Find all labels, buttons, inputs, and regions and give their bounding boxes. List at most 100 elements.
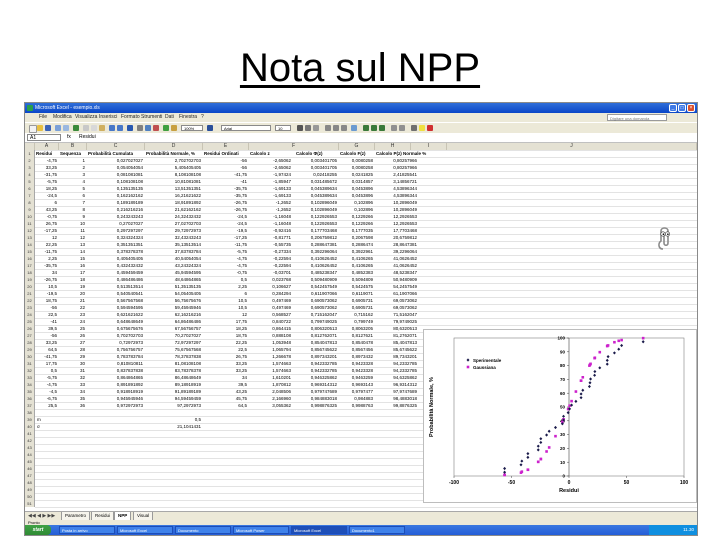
row-header[interactable]: 35	[25, 388, 35, 395]
table-cell[interactable]: 0,864864865	[87, 374, 143, 381]
table-cell[interactable]: 1,574663	[249, 360, 291, 367]
row-header[interactable]: 43	[25, 444, 35, 451]
row-header[interactable]: 7	[25, 192, 35, 199]
table-cell[interactable]: 40,54054054	[145, 255, 201, 262]
row-header[interactable]: 19	[25, 276, 35, 283]
table-cell[interactable]: 0,568527	[249, 311, 291, 318]
row-header[interactable]: 12	[25, 227, 35, 234]
thousands-icon[interactable]	[379, 125, 385, 131]
table-cell[interactable]: 0,0453896	[339, 185, 373, 192]
stat-label[interactable]: σ	[37, 423, 40, 430]
currency-icon[interactable]	[363, 125, 369, 131]
table-cell[interactable]: 20,6759812	[375, 234, 417, 241]
table-cell[interactable]: 6	[59, 192, 85, 199]
column-header[interactable]: I	[411, 143, 447, 150]
table-cell[interactable]: -0,75	[35, 213, 57, 220]
table-cell[interactable]: 0,135135135	[87, 185, 143, 192]
table-cell[interactable]: 33,25	[203, 367, 247, 374]
menu-finestra[interactable]: Finestra	[179, 113, 197, 122]
table-cell[interactable]: 11	[59, 227, 85, 234]
table-cell[interactable]: 3,055362	[249, 402, 291, 409]
menu-modifica[interactable]: Modifica	[53, 113, 72, 122]
table-cell[interactable]: -56	[35, 332, 57, 339]
table-cell[interactable]: 24,32432432	[145, 213, 201, 220]
font-size-select[interactable]: 10	[275, 125, 291, 131]
table-cell[interactable]: 23	[59, 311, 85, 318]
table-cell[interactable]: -0,55735	[249, 241, 291, 248]
undo-icon[interactable]	[109, 125, 115, 131]
table-cell[interactable]: 0,998876325	[295, 402, 337, 409]
table-cell[interactable]: 0,856745622	[295, 346, 337, 353]
table-cell[interactable]: 0,324324324	[87, 234, 143, 241]
table-cell[interactable]: 83,78378378	[145, 367, 201, 374]
table-cell[interactable]: 16,21621622	[145, 192, 201, 199]
row-header[interactable]: 25	[25, 318, 35, 325]
table-cell[interactable]: 3	[59, 171, 85, 178]
table-cell[interactable]: 22	[59, 304, 85, 311]
table-cell[interactable]: 97,2972973	[145, 402, 201, 409]
table-cell[interactable]: 0,9693143	[339, 381, 373, 388]
table-cell[interactable]: 0,9463259	[339, 374, 373, 381]
table-cell[interactable]: 0,675675676	[87, 325, 143, 332]
close-button[interactable]: ×	[687, 104, 695, 112]
table-cell[interactable]: 81,08108108	[145, 360, 201, 367]
table-cell[interactable]: 0,715162047	[295, 311, 337, 318]
table-cell[interactable]: 0,122926553	[295, 220, 337, 227]
table-cell[interactable]: 0,6905731	[339, 304, 373, 311]
table-cell[interactable]: 0,690573062	[295, 297, 337, 304]
row-header[interactable]: 26	[25, 325, 35, 332]
table-cell[interactable]: 29	[59, 353, 85, 360]
table-cell[interactable]: 35	[59, 395, 85, 402]
table-cell[interactable]: -2,65062	[249, 157, 291, 164]
table-cell[interactable]: 32,43243243	[145, 234, 201, 241]
table-cell[interactable]: 89,18918919	[145, 381, 201, 388]
table-cell[interactable]: -5,75	[35, 374, 57, 381]
table-cell[interactable]: 0,02418255	[295, 171, 337, 178]
row-header[interactable]: 47	[25, 472, 35, 479]
row-header[interactable]: 44	[25, 451, 35, 458]
print-icon[interactable]	[55, 125, 61, 131]
hyperlink-icon[interactable]	[127, 125, 133, 131]
table-cell[interactable]: 4,53896344	[375, 192, 417, 199]
taskbar-item[interactable]: Microsoft Power	[233, 526, 289, 534]
table-cell[interactable]: 0,8973432	[339, 353, 373, 360]
table-cell[interactable]: 0,611907066	[295, 290, 337, 297]
table-cell[interactable]: -41	[35, 318, 57, 325]
table-cell[interactable]: 0,0314857	[339, 178, 373, 185]
align-center-icon[interactable]	[333, 125, 339, 131]
bold-icon[interactable]	[297, 125, 303, 131]
table-cell[interactable]: 0,979747689	[295, 388, 337, 395]
table-cell[interactable]: 91,89189189	[145, 388, 201, 395]
table-cell[interactable]: 28,8647381	[375, 241, 417, 248]
table-cell[interactable]: 0,106627	[249, 283, 291, 290]
row-header[interactable]: 20	[25, 283, 35, 290]
row-header[interactable]: 10	[25, 213, 35, 220]
table-cell[interactable]: 4,53896344	[375, 185, 417, 192]
formula-input[interactable]: Residui	[79, 133, 96, 142]
table-cell[interactable]: 22,25	[203, 339, 247, 346]
table-cell[interactable]: -24,5	[35, 192, 57, 199]
table-cell[interactable]: 29,72972973	[145, 227, 201, 234]
table-cell[interactable]: -4,75	[203, 262, 247, 269]
table-cell[interactable]: 94,6325862	[375, 374, 417, 381]
table-cell[interactable]: -0,75	[203, 269, 247, 276]
table-cell[interactable]: 33	[59, 381, 85, 388]
table-cell[interactable]: 18,75	[35, 297, 57, 304]
table-cell[interactable]: 0,1229266	[339, 213, 373, 220]
table-cell[interactable]: 0,540540541	[87, 290, 143, 297]
table-cell[interactable]: 0,003401705	[295, 164, 337, 171]
table-cell[interactable]: 0,410626452	[295, 262, 337, 269]
stat-value[interactable]: 21,1041431	[145, 423, 201, 430]
table-cell[interactable]: -2,65062	[249, 164, 291, 171]
table-cell[interactable]: -24,5	[203, 213, 247, 220]
column-header[interactable]: J	[447, 143, 697, 150]
table-cell[interactable]: 0,081081081	[87, 171, 143, 178]
table-cell[interactable]: 1,053948	[249, 339, 291, 346]
table-cell[interactable]: 0,497469	[249, 297, 291, 304]
table-cell[interactable]: 61,1907066	[375, 290, 417, 297]
menu-visualizza[interactable]: Visualizza	[75, 113, 97, 122]
autosum-icon[interactable]	[137, 125, 143, 131]
row-header[interactable]: 16	[25, 255, 35, 262]
table-cell[interactable]: 12,2926553	[375, 220, 417, 227]
table-cell[interactable]: 69,0573062	[375, 297, 417, 304]
